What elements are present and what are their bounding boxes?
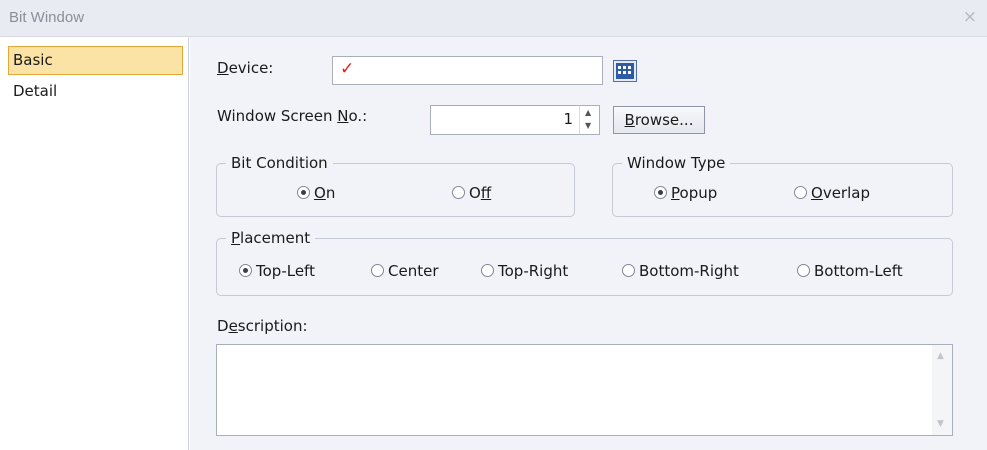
radio-checked-icon: [297, 186, 310, 199]
settings-panel: Device: ✓ Window Screen No.: 1 ▲ ▼ Brows…: [190, 37, 987, 450]
screen-no-stepper[interactable]: 1 ▲ ▼: [430, 105, 600, 135]
title-bar: Bit Window ×: [0, 0, 987, 37]
placement-top-left-radio[interactable]: Top-Left: [239, 262, 315, 280]
dialog-body: Basic Detail Device: ✓ Window Screen No.…: [0, 37, 987, 450]
nav-item-label: Detail: [13, 82, 58, 100]
scroll-down-icon[interactable]: ▼: [937, 419, 944, 429]
bit-condition-title: Bit Condition: [226, 153, 333, 173]
bit-condition-off-radio[interactable]: Off: [452, 184, 491, 202]
device-browse-button[interactable]: [613, 60, 637, 82]
bit-condition-on-radio[interactable]: On: [297, 184, 335, 202]
device-browse-icon: [613, 60, 637, 82]
nav-item-label: Basic: [13, 51, 53, 69]
close-icon[interactable]: ×: [963, 7, 977, 27]
description-label: Description:: [217, 317, 308, 335]
placement-bottom-right-radio[interactable]: Bottom-Right: [622, 262, 739, 280]
nav-item-detail[interactable]: Detail: [8, 77, 183, 106]
device-check-icon: ✓: [340, 59, 355, 79]
bit-condition-group: Bit Condition On Off: [216, 153, 575, 217]
window-title: Bit Window: [9, 9, 85, 26]
placement-title: Placement: [226, 228, 316, 248]
description-textarea[interactable]: ▲ ▼: [216, 344, 953, 436]
placement-group: Placement Top-Left Center Top-Right Bott…: [216, 228, 953, 296]
radio-icon: [797, 264, 810, 277]
stepper-up-icon[interactable]: ▲: [585, 108, 591, 117]
radio-icon: [481, 264, 494, 277]
screen-no-label: Window Screen No.:: [217, 107, 368, 125]
window-type-group: Window Type Popup Overlap: [612, 153, 953, 217]
nav-item-basic[interactable]: Basic: [8, 46, 183, 75]
placement-center-radio[interactable]: Center: [371, 262, 439, 280]
radio-icon: [371, 264, 384, 277]
radio-icon: [622, 264, 635, 277]
browse-button[interactable]: Browse...: [613, 106, 705, 134]
radio-checked-icon: [239, 264, 252, 277]
placement-top-right-radio[interactable]: Top-Right: [481, 262, 568, 280]
placement-bottom-left-radio[interactable]: Bottom-Left: [797, 262, 903, 280]
description-scrollbar[interactable]: ▲ ▼: [932, 345, 952, 435]
radio-icon: [794, 186, 807, 199]
window-type-popup-radio[interactable]: Popup: [654, 184, 717, 202]
device-field[interactable]: ✓: [332, 56, 603, 85]
window-type-overlap-radio[interactable]: Overlap: [794, 184, 870, 202]
radio-icon: [452, 186, 465, 199]
window-type-title: Window Type: [622, 153, 731, 173]
radio-checked-icon: [654, 186, 667, 199]
screen-no-value: 1: [563, 110, 573, 128]
scroll-up-icon[interactable]: ▲: [937, 351, 944, 361]
device-label: Device:: [217, 59, 274, 77]
category-list: Basic Detail: [0, 37, 189, 450]
stepper-down-icon[interactable]: ▼: [585, 121, 591, 130]
